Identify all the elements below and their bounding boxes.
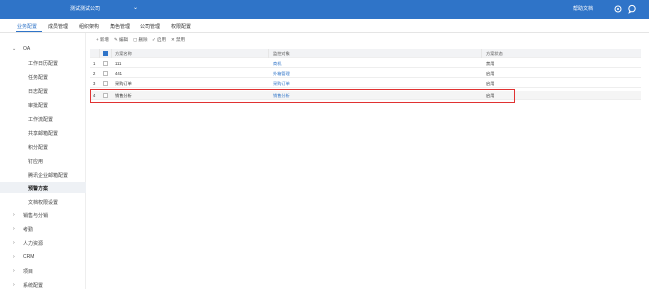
chevron-right-icon[interactable]: ›: [13, 226, 15, 232]
message-icon[interactable]: [627, 4, 637, 14]
delete-label: 删除: [138, 37, 148, 42]
sidebar-item-document-permission[interactable]: 文档权限设置: [28, 199, 58, 206]
enable-button[interactable]: ✓ 启用: [152, 37, 166, 43]
tab-org-structure[interactable]: 组织架构: [79, 23, 99, 30]
table-row[interactable]: 2 441 外箱管理 启用: [90, 69, 641, 78]
sidebar-item-work-calendar[interactable]: 工作日历配置: [28, 60, 58, 67]
monitor-object-link[interactable]: 商机: [273, 61, 281, 67]
sidebar: ⌄ OA 工作日历配置 任务配置 日志配置 审批配置 工作流配置 共享邮箱配置 …: [0, 33, 86, 289]
sidebar-group-hr[interactable]: 人力资源: [23, 240, 43, 247]
chevron-right-icon[interactable]: ›: [13, 268, 15, 274]
row-checkbox[interactable]: [103, 71, 108, 76]
row-number: 2: [93, 71, 96, 76]
table-row[interactable]: 3 采购订单 采购订单 启用: [90, 79, 641, 88]
tab-permission-config[interactable]: 权限配置: [171, 23, 191, 30]
settings-tabs: 业务配置 成员管理 组织架构 角色管理 公司管理 权限配置: [0, 19, 649, 33]
plan-name: 采购订单: [115, 81, 132, 86]
select-all-checkbox[interactable]: [103, 51, 108, 56]
highlight-box: [90, 89, 515, 103]
edit-label: 编辑: [119, 37, 129, 42]
row-number: 3: [93, 81, 96, 86]
settings-icon[interactable]: [613, 4, 623, 14]
sidebar-group-oa[interactable]: OA: [23, 46, 30, 52]
table-row[interactable]: 1 111 商机 禁用: [90, 59, 641, 68]
company-name[interactable]: 测试测试公司: [70, 5, 100, 12]
row-checkbox[interactable]: [103, 81, 108, 86]
chevron-down-icon[interactable]: ⌄: [12, 46, 16, 52]
active-tab-indicator: [16, 31, 42, 32]
sidebar-item-points[interactable]: 积分配置: [28, 144, 48, 151]
add-label: 新增: [99, 37, 109, 42]
column-divider: [268, 49, 269, 58]
tab-company-management[interactable]: 公司管理: [140, 23, 160, 30]
sidebar-group-crm[interactable]: CRM: [23, 254, 34, 260]
column-header-object[interactable]: 监控对象: [273, 51, 290, 57]
column-header-name[interactable]: 方案名称: [115, 51, 132, 57]
edit-button[interactable]: ✎ 编辑: [114, 37, 128, 43]
column-divider: [481, 49, 482, 58]
sidebar-group-sales[interactable]: 销售与分销: [23, 212, 48, 219]
column-divider: [99, 49, 100, 58]
row-checkbox[interactable]: [103, 61, 108, 66]
column-header-status[interactable]: 方案状态: [486, 51, 503, 57]
sidebar-item-dingtalk-app[interactable]: 钉应用: [28, 158, 43, 165]
sidebar-item-workflow[interactable]: 工作流配置: [28, 116, 53, 123]
monitor-object-link[interactable]: 外箱管理: [273, 71, 290, 77]
disable-label: 禁用: [176, 37, 186, 42]
sidebar-group-system-config[interactable]: 系统配置: [23, 282, 43, 289]
sidebar-item-task[interactable]: 任务配置: [28, 74, 48, 81]
table-header: 方案名称 监控对象 方案状态: [90, 49, 641, 58]
sidebar-item-warning-plan[interactable]: 预警方案: [28, 185, 48, 192]
help-docs-link[interactable]: 帮助文档: [573, 5, 593, 12]
row-number: 1: [93, 61, 96, 66]
chevron-right-icon[interactable]: ›: [13, 212, 15, 218]
chevron-right-icon[interactable]: ›: [13, 282, 15, 288]
tab-business-config[interactable]: 业务配置: [17, 23, 37, 30]
plan-status: 启用: [486, 71, 495, 76]
sidebar-item-shared-mailbox[interactable]: 共享邮箱配置: [28, 130, 58, 137]
top-bar: 测试测试公司 ⌄ 帮助文档: [0, 0, 649, 19]
monitor-object-link[interactable]: 采购订单: [273, 81, 290, 87]
tab-member-management[interactable]: 成员管理: [48, 23, 68, 30]
enable-label: 启用: [157, 37, 167, 42]
delete-button[interactable]: ▢ 删除: [133, 37, 148, 43]
sidebar-item-tencent-mail[interactable]: 腾讯企业邮箱配置: [28, 172, 68, 179]
sidebar-item-approval[interactable]: 审批配置: [28, 102, 48, 109]
plan-name: 111: [115, 61, 122, 66]
sidebar-group-attendance[interactable]: 考勤: [23, 226, 33, 233]
chevron-right-icon[interactable]: ›: [13, 240, 15, 246]
sidebar-item-log[interactable]: 日志配置: [28, 88, 48, 95]
tab-role-management[interactable]: 角色管理: [110, 23, 130, 30]
chevron-right-icon[interactable]: ›: [13, 254, 15, 260]
sidebar-group-project[interactable]: 项目: [23, 268, 33, 275]
disable-button[interactable]: ✕ 禁用: [171, 37, 185, 43]
add-button[interactable]: + 新增: [96, 37, 109, 43]
plan-name: 441: [115, 71, 122, 76]
column-divider: [111, 49, 112, 58]
plan-status: 禁用: [486, 61, 495, 66]
plan-status: 启用: [486, 81, 495, 86]
chevron-down-icon[interactable]: ⌄: [133, 4, 138, 11]
